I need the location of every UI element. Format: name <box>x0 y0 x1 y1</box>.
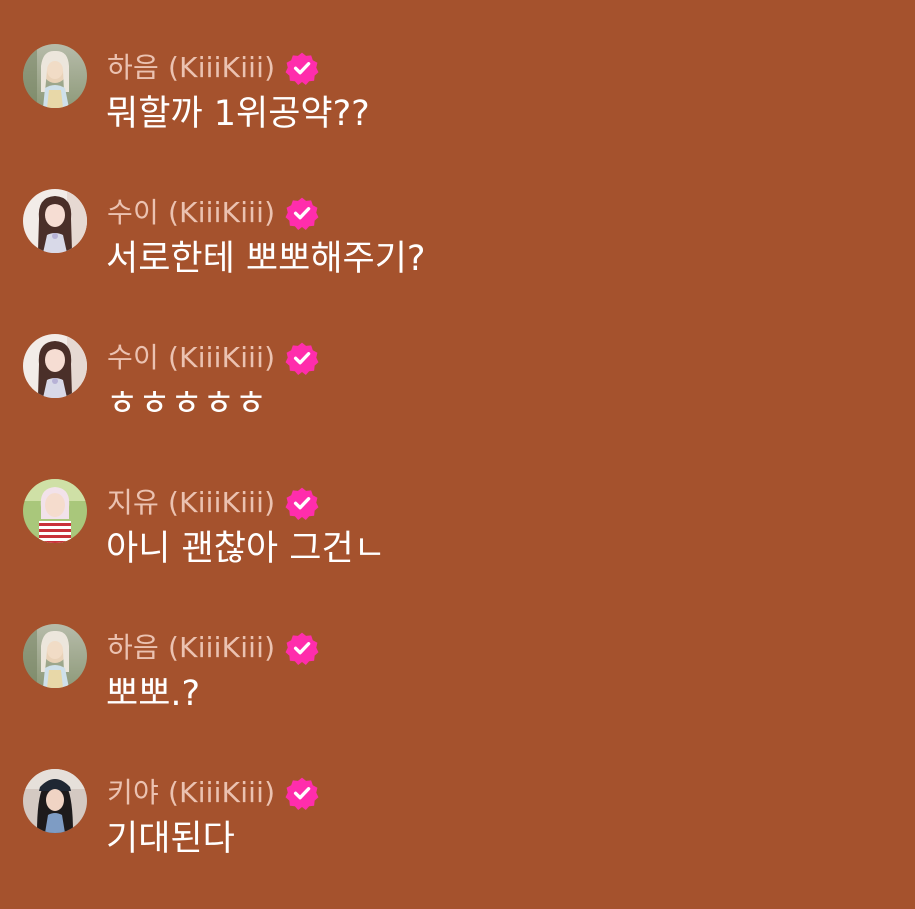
avatar[interactable] <box>23 479 87 543</box>
verified-badge-icon <box>285 52 319 85</box>
sender-name-row: 수이 (KiiiKiii) <box>107 338 319 378</box>
avatar[interactable] <box>23 189 87 253</box>
chat-message: 키야 (KiiiKiii) 기대된다 <box>0 769 915 909</box>
chat-message-list: 하음 (KiiiKiii) 뭐할까 1위공약?? 수이 (KiiiKiii) 서… <box>0 0 915 880</box>
avatar[interactable] <box>23 624 87 688</box>
message-text: 기대된다 <box>106 819 235 859</box>
message-text: 아니 괜찮아 그건ㄴ <box>106 529 386 569</box>
chat-message: 지유 (KiiiKiii) 아니 괜찮아 그건ㄴ <box>0 479 915 619</box>
verified-badge-icon <box>285 632 319 665</box>
sender-name-row: 지유 (KiiiKiii) <box>107 483 319 523</box>
message-text: 뭐할까 1위공약?? <box>106 94 370 134</box>
message-text: 뽀뽀.? <box>106 674 201 714</box>
sender-name-row: 하음 (KiiiKiii) <box>107 628 319 668</box>
message-text: ㅎㅎㅎㅎㅎ <box>106 384 268 424</box>
sender-name[interactable]: 하음 (KiiiKiii) <box>107 48 275 88</box>
avatar[interactable] <box>23 44 87 108</box>
chat-message: 수이 (KiiiKiii) ㅎㅎㅎㅎㅎ <box>0 334 915 474</box>
sender-name-row: 수이 (KiiiKiii) <box>107 193 319 233</box>
verified-badge-icon <box>285 197 319 230</box>
sender-name[interactable]: 지유 (KiiiKiii) <box>107 483 275 523</box>
avatar[interactable] <box>23 769 87 833</box>
sender-name[interactable]: 키야 (KiiiKiii) <box>107 773 275 813</box>
sender-name[interactable]: 수이 (KiiiKiii) <box>107 193 275 233</box>
chat-message: 하음 (KiiiKiii) 뽀뽀.? <box>0 624 915 764</box>
sender-name[interactable]: 수이 (KiiiKiii) <box>107 338 275 378</box>
verified-badge-icon <box>285 487 319 520</box>
chat-message: 수이 (KiiiKiii) 서로한테 뽀뽀해주기? <box>0 189 915 329</box>
chat-message: 하음 (KiiiKiii) 뭐할까 1위공약?? <box>0 44 915 184</box>
sender-name-row: 키야 (KiiiKiii) <box>107 773 319 813</box>
message-text: 서로한테 뽀뽀해주기? <box>106 239 426 279</box>
sender-name[interactable]: 하음 (KiiiKiii) <box>107 628 275 668</box>
sender-name-row: 하음 (KiiiKiii) <box>107 48 319 88</box>
verified-badge-icon <box>285 777 319 810</box>
verified-badge-icon <box>285 342 319 375</box>
avatar[interactable] <box>23 334 87 398</box>
